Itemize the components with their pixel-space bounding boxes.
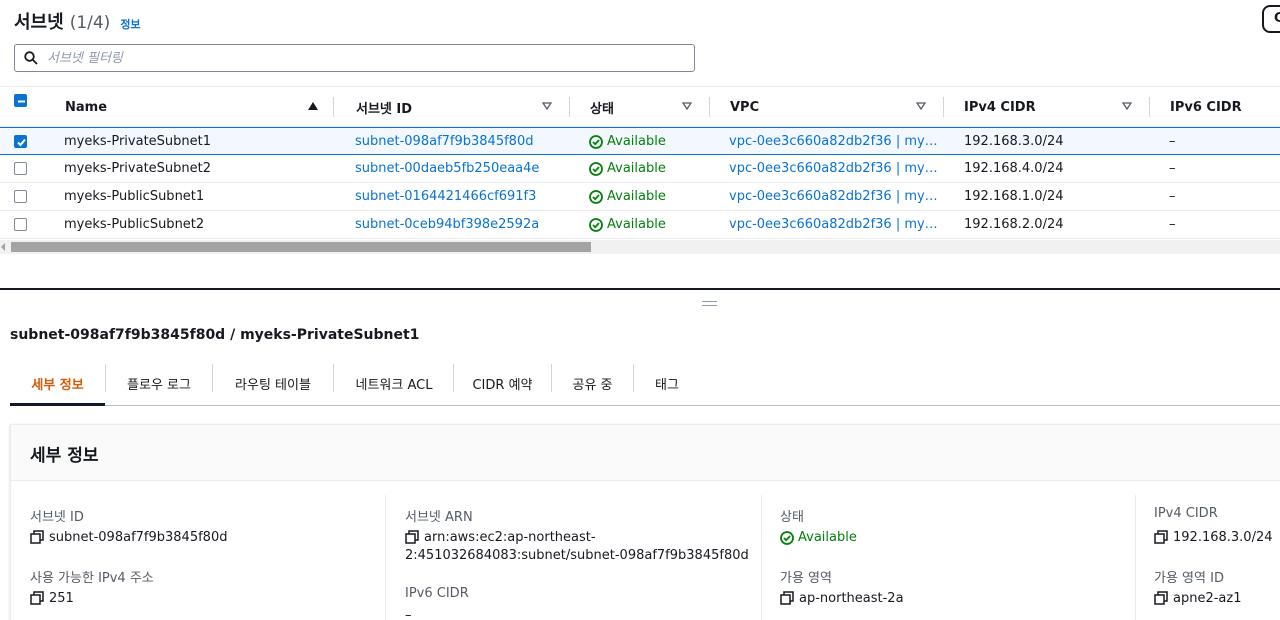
ipv4-cidr-label: IPv4 CIDR xyxy=(1154,506,1218,521)
row-status: Available xyxy=(589,155,666,182)
tab-network-acl[interactable]: 네트워크 ACL xyxy=(334,362,454,405)
row-checkbox[interactable] xyxy=(14,135,27,148)
sort-icon[interactable] xyxy=(1122,101,1132,111)
copy-icon[interactable] xyxy=(405,530,419,544)
tab-flow-logs[interactable]: 플로우 로그 xyxy=(106,362,212,405)
row-ipv6-cidr: – xyxy=(1169,134,1176,149)
copy-icon[interactable] xyxy=(1154,530,1168,544)
subnet-id-label: 서브넷 ID xyxy=(30,510,84,525)
row-name: myeks-PrivateSubnet2 xyxy=(64,161,212,176)
availability-zone-value: ap-northeast-2a xyxy=(780,590,904,608)
check-circle-icon xyxy=(589,189,603,204)
available-ipv4-value: 251 xyxy=(30,590,74,608)
copy-icon[interactable] xyxy=(1154,591,1168,605)
horizontal-scrollbar[interactable] xyxy=(0,240,1280,254)
row-subnet-id-link[interactable]: subnet-0164421466cf691f3 xyxy=(355,183,536,210)
ipv6-cidr-value: – xyxy=(405,608,412,620)
check-circle-icon xyxy=(589,134,603,149)
tab-route-table[interactable]: 라우팅 테이블 xyxy=(213,362,333,405)
row-ipv4-cidr: 192.168.2.0/24 xyxy=(964,217,1064,232)
page-title: 서브넷 xyxy=(14,12,64,33)
ipv4-cidr-value: 192.168.3.0/24 xyxy=(1154,529,1273,547)
row-status: Available xyxy=(589,128,666,155)
check-circle-icon xyxy=(589,161,603,176)
sort-icon[interactable] xyxy=(542,101,552,111)
row-vpc-link[interactable]: vpc-0ee3c660a82db2f36 | my… xyxy=(729,155,938,182)
tab-details[interactable]: 세부 정보 xyxy=(10,362,105,406)
sort-icon[interactable] xyxy=(682,101,692,111)
copy-icon[interactable] xyxy=(30,530,44,544)
copy-icon[interactable] xyxy=(780,591,794,605)
check-circle-icon xyxy=(589,217,603,232)
row-ipv6-cidr: – xyxy=(1169,189,1176,204)
row-ipv4-cidr: 192.168.3.0/24 xyxy=(964,134,1064,149)
table-header: Name 서브넷 ID 상태 VPC IPv4 CIDR IPv6 CIDR xyxy=(0,86,1280,127)
column-header-name[interactable]: Name xyxy=(0,87,334,127)
sort-ascending-icon[interactable] xyxy=(308,101,318,111)
search-icon xyxy=(24,51,38,65)
row-subnet-id-link[interactable]: subnet-00daeb5fb250eaa4e xyxy=(355,155,539,182)
row-subnet-id-link[interactable]: subnet-0ceb94bf398e2592a xyxy=(355,211,539,238)
availability-zone-id-value: apne2-az1 xyxy=(1154,590,1241,608)
row-name: myeks-PublicSubnet2 xyxy=(64,217,205,232)
state-label: 상태 xyxy=(780,510,804,525)
row-ipv4-cidr: 192.168.1.0/24 xyxy=(964,189,1064,204)
column-header-state[interactable]: 상태 xyxy=(570,87,710,127)
table-row[interactable]: myeks-PrivateSubnet1 subnet-098af7f9b384… xyxy=(0,127,1280,155)
state-value: Available xyxy=(780,529,857,547)
row-ipv6-cidr: – xyxy=(1169,217,1176,232)
check-circle-icon xyxy=(780,531,794,545)
resize-handle-icon[interactable] xyxy=(702,301,717,307)
tab-sharing[interactable]: 공유 중 xyxy=(552,362,633,405)
ipv6-cidr-label: IPv6 CIDR xyxy=(405,586,469,601)
row-checkbox[interactable] xyxy=(14,162,27,175)
row-ipv4-cidr: 192.168.4.0/24 xyxy=(964,161,1064,176)
header: 서브넷 (1/4) 정보 xyxy=(14,8,141,34)
details-panel: 세부 정보 서브넷 ID subnet-098af7f9b3845f80d 사용… xyxy=(10,424,1280,620)
available-ipv4-label: 사용 가능한 IPv4 주소 xyxy=(30,571,154,586)
copy-icon[interactable] xyxy=(30,591,44,605)
subnet-arn-value-cont: 2:451032684083:subnet/subnet-098af7f9b38… xyxy=(405,548,749,563)
filter-box xyxy=(14,44,695,72)
row-subnet-id-link[interactable]: subnet-098af7f9b3845f80d xyxy=(355,128,533,155)
row-status: Available xyxy=(589,183,666,210)
subnet-arn-value: arn:aws:ec2:ap-northeast- xyxy=(405,529,596,547)
row-vpc-link[interactable]: vpc-0ee3c660a82db2f36 | my… xyxy=(729,211,938,238)
info-link[interactable]: 정보 xyxy=(120,16,140,32)
availability-zone-id-label: 가용 영역 ID xyxy=(1154,571,1224,586)
subnet-id-value: subnet-098af7f9b3845f80d xyxy=(30,529,227,547)
subnet-table: Name 서브넷 ID 상태 VPC IPv4 CIDR IPv6 CIDR m… xyxy=(0,86,1280,239)
row-name: myeks-PublicSubnet1 xyxy=(64,189,205,204)
column-header-ipv4-cidr[interactable]: IPv4 CIDR xyxy=(944,87,1150,127)
column-header-subnet-id[interactable]: 서브넷 ID xyxy=(334,87,570,127)
table-row[interactable]: myeks-PublicSubnet1 subnet-0164421466cf6… xyxy=(0,183,1280,211)
sort-icon[interactable] xyxy=(916,101,926,111)
selection-count: (1/4) xyxy=(69,13,111,33)
row-checkbox[interactable] xyxy=(14,218,27,231)
scrollbar-thumb[interactable] xyxy=(11,242,591,252)
column-header-ipv6-cidr[interactable]: IPv6 CIDR xyxy=(1150,87,1280,127)
row-vpc-link[interactable]: vpc-0ee3c660a82db2f36 | my… xyxy=(729,183,938,210)
row-vpc-link[interactable]: vpc-0ee3c660a82db2f36 | my… xyxy=(729,128,938,155)
subnet-list-section: 서브넷 (1/4) 정보 C Name 서브넷 ID 상태 xyxy=(0,0,1280,288)
column-header-vpc[interactable]: VPC xyxy=(710,87,944,127)
detail-tabs: 세부 정보 플로우 로그 라우팅 테이블 네트워크 ACL CIDR 예약 공유… xyxy=(10,362,1280,406)
row-name: myeks-PrivateSubnet1 xyxy=(64,134,212,149)
subnet-arn-label: 서브넷 ARN xyxy=(405,510,473,525)
tab-cidr-reservations[interactable]: CIDR 예약 xyxy=(454,362,551,405)
tab-tags[interactable]: 태그 xyxy=(634,362,700,405)
row-status: Available xyxy=(589,211,666,238)
row-ipv6-cidr: – xyxy=(1169,161,1176,176)
detail-title: subnet-098af7f9b3845f80d / myeks-Private… xyxy=(10,327,420,343)
table-row[interactable]: myeks-PrivateSubnet2 subnet-00daeb5fb250… xyxy=(0,155,1280,183)
refresh-button[interactable]: C xyxy=(1262,5,1280,33)
split-panel-divider xyxy=(0,288,1280,290)
details-panel-title: 세부 정보 xyxy=(30,446,99,466)
subnet-filter-input[interactable] xyxy=(47,48,687,68)
row-checkbox[interactable] xyxy=(14,190,27,203)
availability-zone-label: 가용 영역 xyxy=(780,571,832,586)
scroll-left-icon[interactable] xyxy=(1,243,5,251)
details-panel-header: 세부 정보 xyxy=(11,425,1280,481)
table-row[interactable]: myeks-PublicSubnet2 subnet-0ceb94bf398e2… xyxy=(0,211,1280,239)
